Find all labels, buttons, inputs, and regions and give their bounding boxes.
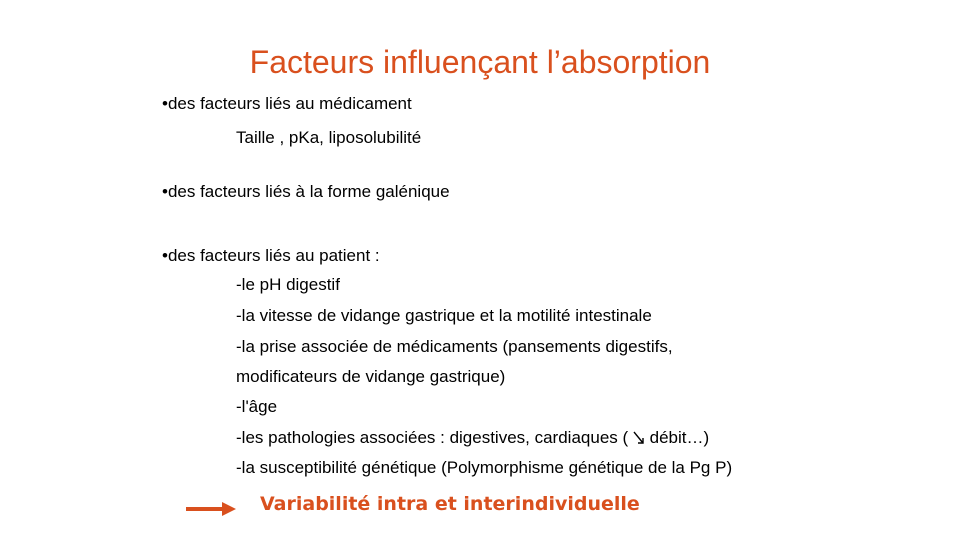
patient-factor-pathologies: -les pathologies associées : digestives,… [236, 427, 709, 449]
bullet-galenic-factors: •des facteurs liés à la forme galénique [162, 182, 450, 201]
down-right-arrow-icon [633, 431, 644, 444]
pathologies-suffix: débit…) [649, 428, 710, 447]
bullet-drug-factors: •des facteurs liés au médicament [162, 94, 412, 113]
patient-factor-gastric-emptying: -la vitesse de vidange gastrique et la m… [236, 306, 652, 325]
slide-title: Facteurs influençant l’absorption [249, 44, 711, 80]
patient-factor-ph: -le pH digestif [236, 275, 340, 294]
patient-factor-age: -l'âge [236, 397, 278, 416]
slide: Facteurs influençant l’absorption •des f… [0, 0, 960, 540]
right-arrow-icon [186, 502, 236, 516]
pathologies-text: -les pathologies associées : digestives,… [236, 428, 629, 447]
bullet-patient-factors: •des facteurs liés au patient : [162, 246, 380, 265]
patient-factor-associated-drugs-cont: modificateurs de vidange gastrique) [236, 367, 506, 386]
conclusion-text: Variabilité intra et interindividuelle [260, 493, 640, 515]
patient-factor-genetic: -la susceptibilité génétique (Polymorphi… [236, 458, 733, 477]
patient-factor-associated-drugs: -la prise associée de médicaments (panse… [236, 337, 673, 356]
drug-factors-detail: Taille , pKa, liposolubilité [236, 128, 422, 147]
